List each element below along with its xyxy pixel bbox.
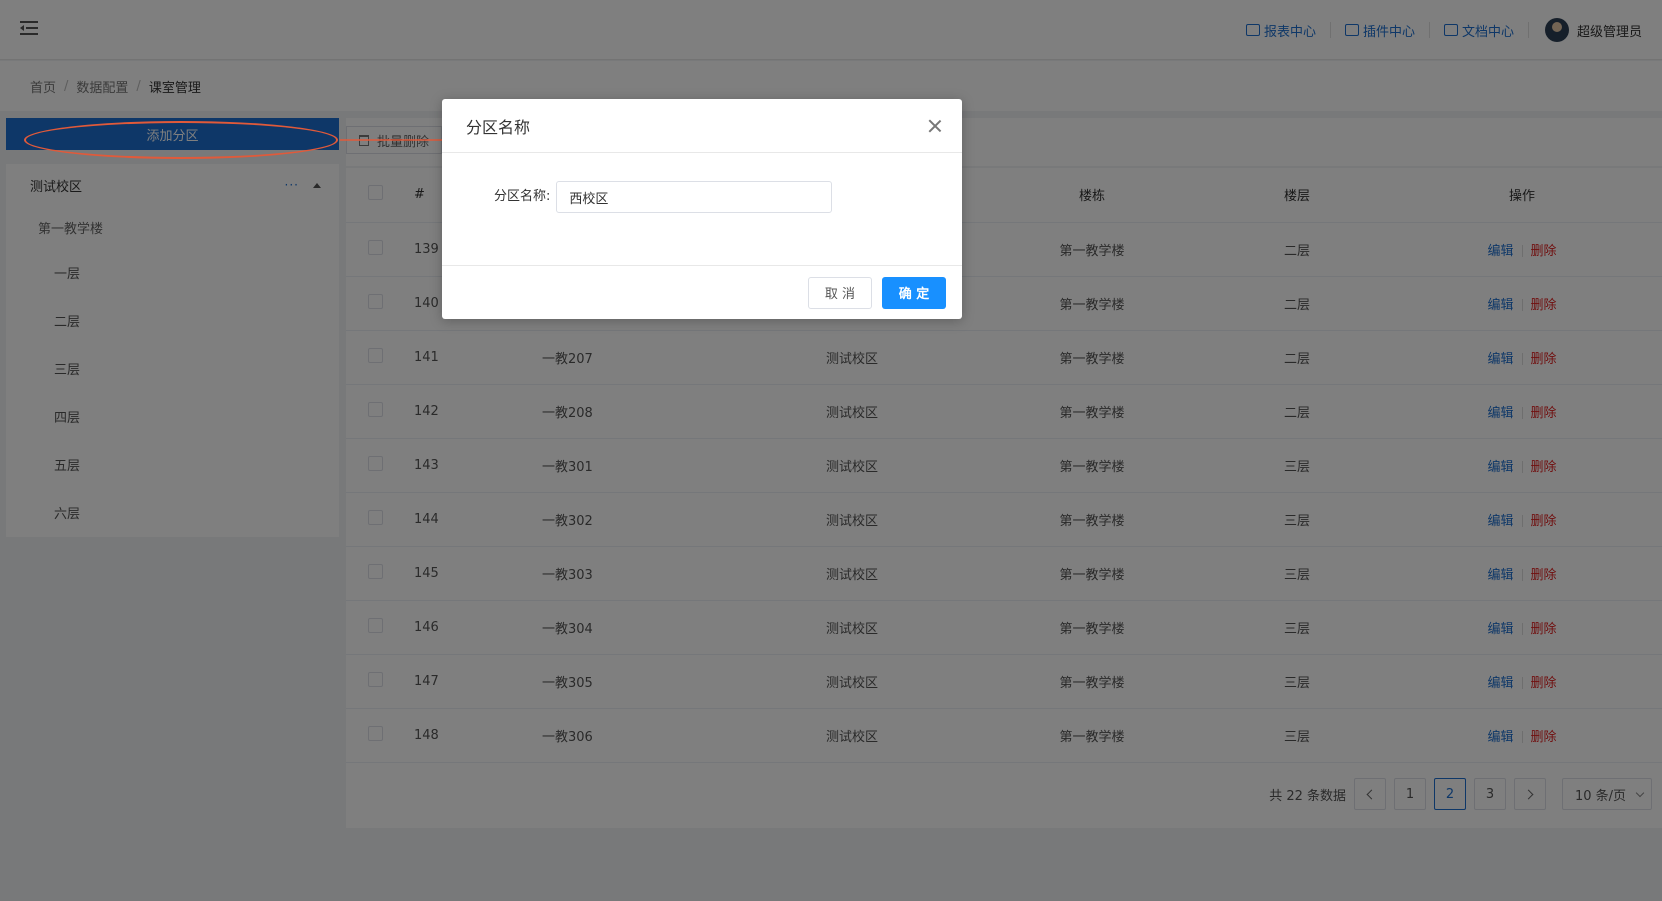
annotation-ellipse — [24, 121, 338, 159]
dialog-header: 分区名称 — [442, 99, 962, 153]
cancel-button[interactable]: 取 消 — [808, 276, 872, 309]
add-zone-dialog: 分区名称 分区名称: 取 消 确 定 — [442, 99, 962, 319]
zone-name-input[interactable] — [556, 181, 833, 213]
dialog-body: 分区名称: — [442, 153, 962, 265]
zone-name-label: 分区名称: — [494, 189, 551, 204]
close-icon[interactable] — [928, 119, 942, 133]
dialog-footer: 取 消 确 定 — [442, 265, 962, 319]
dialog-title: 分区名称 — [466, 117, 531, 137]
confirm-button[interactable]: 确 定 — [882, 276, 946, 309]
